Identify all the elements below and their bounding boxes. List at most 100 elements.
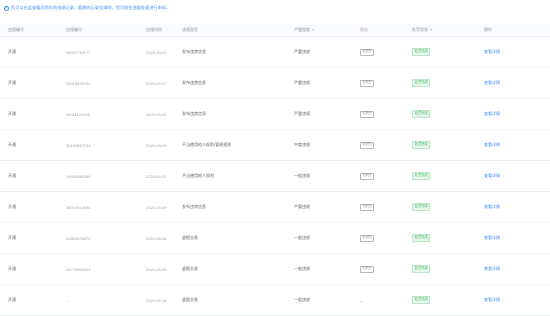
cell-text: 开通	[8, 204, 16, 209]
status-badge: 处罚完成	[412, 48, 431, 56]
cell-penalty-status: 处罚完成	[412, 265, 484, 273]
table-row: 开通 34776594023 2023-08-09 虚假交易 一般违规 无积分 处罚完成 查看…	[0, 254, 550, 285]
cell-violation-time: 2023-09-01	[146, 174, 182, 179]
cell-violation-number: 35311125445	[66, 112, 146, 117]
points-tag: 无积分	[360, 141, 374, 149]
violation-number: 35447715177	[66, 49, 91, 55]
cell-penalty-status: 处罚完成	[412, 110, 484, 118]
cell-violation-number: 34890980350	[66, 174, 146, 179]
cell-points: 无积分	[360, 265, 412, 273]
cell-points: 无积分	[360, 110, 412, 118]
cell-actions: 查看详情	[484, 49, 550, 55]
header-violation-time: 违规时间	[146, 27, 162, 32]
cell-points: --	[360, 298, 412, 303]
cell-violation-number: 34776594023	[66, 267, 146, 272]
violation-time: 2023-09-27	[146, 80, 167, 86]
filter-icon[interactable]	[430, 28, 432, 31]
view-details-link[interactable]: 查看详情	[484, 142, 500, 147]
violation-time: 2023-08-09	[146, 266, 167, 272]
view-details-link[interactable]: 查看详情	[484, 80, 500, 85]
table-body: 开通 35447715177 2023-10-01 发布违禁信息 严重违规 无积分 处罚完成…	[0, 37, 550, 316]
cell-severity: 严重违规	[294, 49, 360, 55]
cell-points: 无积分	[360, 48, 412, 56]
cell-text: 一般违规	[294, 266, 310, 271]
cell-penalty-status: 处罚完成	[412, 79, 484, 87]
cell-text: 虚假交易	[182, 297, 198, 302]
status-badge: 处罚完成	[412, 203, 431, 211]
cell-penalty-status: 处罚完成	[412, 48, 484, 56]
cell-text: 严重违规	[294, 49, 310, 54]
points-tag: 无积分	[360, 203, 374, 211]
table-row: 开通 34890980350 2023-09-01 不当使用他人权利 一般违规 无积分 处罚…	[0, 161, 550, 192]
cell-violation-number: 35193812703	[66, 143, 146, 148]
cell-violation-time: 2023-08-16	[146, 236, 182, 241]
cell-penalty-status: 处罚完成	[412, 296, 484, 304]
cell-severity: 一般违规	[294, 266, 360, 272]
cell-text: 不当使用他人权利	[182, 173, 214, 178]
cell-text: 发布违禁信息	[182, 111, 206, 116]
table-row: 开通 35447715177 2023-10-01 发布违禁信息 严重违规 无积分 处罚完成…	[0, 37, 550, 68]
cell-violation-number: 35047614500	[66, 205, 146, 210]
info-notice: i 您可以在此查看近两年的违规记录，超期的记录会清除，您可前往违规处理进行申诉。	[0, 0, 550, 16]
violation-number: 35193812703	[66, 142, 91, 148]
table-header: 违规编号 违规编号 违规时间 违规类型 严重程度 积分 处罚状态 操作	[0, 24, 550, 37]
cell-text: 一般违规	[294, 173, 310, 178]
cell-actions: 查看详情	[484, 80, 550, 86]
view-details-link[interactable]: 查看详情	[484, 173, 500, 178]
filter-icon[interactable]	[312, 28, 314, 31]
table-row: 开通 35193812703 2023-09-09 不当使用他人权利/管理规则 中度违规…	[0, 130, 550, 161]
header-actions: 操作	[484, 27, 492, 32]
cell-actions: 查看详情	[484, 204, 550, 210]
table-row: 开通 35311125445 2023-09-20 发布违禁信息 严重违规 无积分 处罚完成…	[0, 99, 550, 130]
cell-account: 开通	[0, 142, 66, 148]
view-details-link[interactable]: 查看详情	[484, 111, 500, 116]
cell-text: --	[360, 297, 363, 303]
cell-text: 开通	[8, 80, 16, 85]
cell-penalty-status: 处罚完成	[412, 234, 484, 242]
cell-severity: 严重违规	[294, 204, 360, 210]
cell-text: 发布违禁信息	[182, 80, 206, 85]
cell-account: 开通	[0, 111, 66, 117]
violation-time: 2023-09-01	[146, 173, 167, 179]
cell-text: 开通	[8, 49, 16, 54]
violation-time: 2023-09-09	[146, 142, 167, 148]
cell-text: 严重违规	[294, 80, 310, 85]
cell-violation-type: 发布违禁信息	[182, 204, 294, 210]
cell-text: 一般违规	[294, 235, 310, 240]
cell-violation-time: 2023-09-27	[146, 81, 182, 86]
violation-number: 34890980350	[66, 173, 91, 179]
view-details-link[interactable]: 查看详情	[484, 297, 500, 302]
points-tag: 无积分	[360, 110, 374, 118]
status-badge: 处罚完成	[412, 265, 431, 273]
status-badge: 处罚完成	[412, 79, 431, 87]
cell-text: 严重违规	[294, 111, 310, 116]
header-penalty-status: 处罚状态	[412, 27, 484, 33]
cell-violation-type: 虚假交易	[182, 297, 294, 303]
header-severity-label: 严重程度	[294, 27, 310, 32]
cell-violation-type: 虚假交易	[182, 266, 294, 272]
cell-text: 一般违规	[294, 297, 310, 302]
points-tag: 无积分	[360, 48, 374, 56]
cell-penalty-status: 处罚完成	[412, 141, 484, 149]
cell-text: 不当使用他人权利/管理规则	[182, 142, 232, 147]
cell-points: 无积分	[360, 203, 412, 211]
cell-severity: 一般违规	[294, 235, 360, 241]
violation-time: 2023-06-16	[146, 297, 167, 303]
cell-violation-type: 发布违禁信息	[182, 111, 294, 117]
view-details-link[interactable]: 查看详情	[484, 49, 500, 54]
cell-violation-time: 2023-10-01	[146, 50, 182, 55]
header-violation-type: 违规类型	[182, 27, 198, 32]
cell-text: 中度违规	[294, 142, 310, 147]
cell-text: 开通	[8, 266, 16, 271]
status-badge: 处罚完成	[412, 172, 431, 180]
cell-points: 无积分	[360, 79, 412, 87]
cell-actions: 查看详情	[484, 266, 550, 272]
view-details-link[interactable]: 查看详情	[484, 204, 500, 209]
view-details-link[interactable]: 查看详情	[484, 235, 500, 240]
violation-number: 35047614500	[66, 204, 91, 210]
cell-account: 开通	[0, 297, 66, 303]
cell-severity: 一般违规	[294, 297, 360, 303]
cell-text: 开通	[8, 173, 16, 178]
cell-text: 开通	[8, 297, 16, 302]
view-details-link[interactable]: 查看详情	[484, 266, 500, 271]
